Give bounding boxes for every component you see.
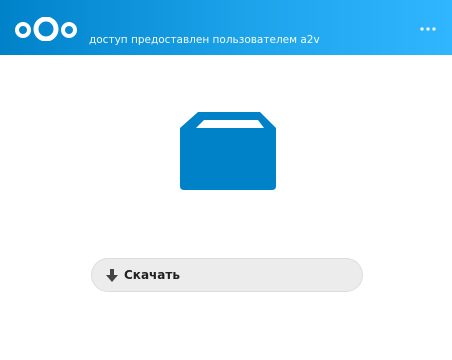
download-button[interactable]: Скачать bbox=[91, 258, 363, 292]
download-label: Скачать bbox=[124, 268, 180, 282]
share-content: Скачать bbox=[0, 55, 452, 360]
download-icon bbox=[106, 268, 118, 282]
public-share-page: доступ предоставлен пользователем a2v Ск… bbox=[0, 0, 452, 360]
nextcloud-logo[interactable] bbox=[14, 16, 78, 42]
folder-icon bbox=[180, 110, 276, 190]
header-bar: доступ предоставлен пользователем a2v bbox=[0, 0, 452, 55]
nextcloud-logo-icon bbox=[15, 16, 77, 42]
shared-by-text: доступ предоставлен пользователем a2v bbox=[89, 34, 320, 46]
more-options-button[interactable] bbox=[416, 20, 440, 38]
more-horizontal-icon bbox=[420, 27, 436, 31]
